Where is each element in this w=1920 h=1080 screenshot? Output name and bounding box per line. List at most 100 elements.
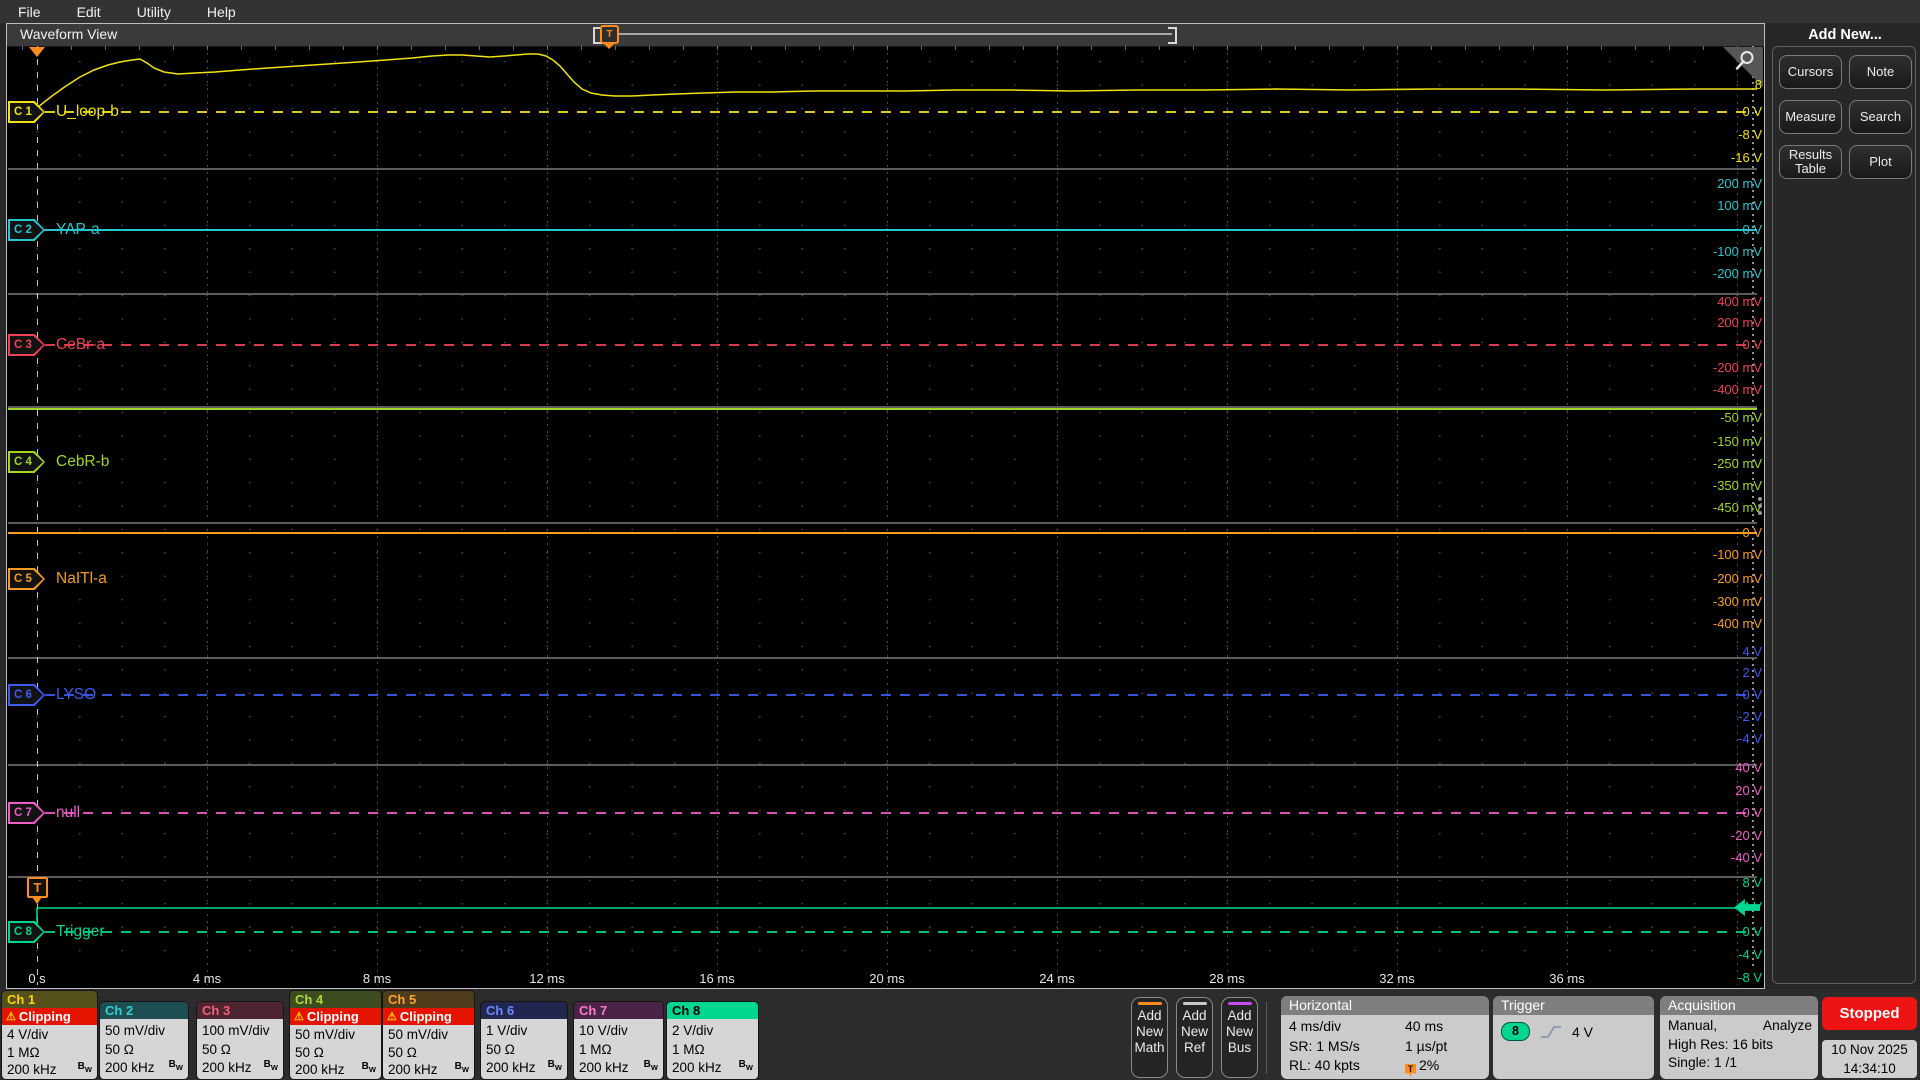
button-line: Add [1227,1008,1252,1023]
channel-zero-line-c6 [45,694,1757,696]
button-accent-bar [1182,1002,1207,1005]
channel-name-c7[interactable]: null [56,802,80,824]
setting-row: 50 mV/div [295,1027,356,1043]
clipping-label: Clipping [306,1009,359,1024]
scale-label-c5: -400 mV [1712,616,1762,631]
channel-settings-ch4[interactable]: Ch 4 ⚠ Clipping 50 mV/div 50 Ω 200 kHz BW [290,991,381,1079]
menu-file[interactable]: File [18,4,41,20]
scale-label-c3: 200 mV [1717,315,1762,330]
bandwidth-limit-icon: BW [263,1059,278,1073]
scale-label-c8: -8 V [1738,970,1762,985]
trigger-panel[interactable]: Trigger 8 4 V [1493,996,1654,1079]
add-new-bus-button[interactable]: Add New Bus [1221,997,1258,1078]
channel-name-c4[interactable]: CebR-b [56,451,109,473]
channel-name-c3[interactable]: CeBr-a [56,334,105,356]
add-new-header: Add New... [1808,27,1882,43]
add-new-math-button[interactable]: Add New Math [1131,997,1168,1078]
channel-settings-ch3[interactable]: Ch 3 100 mV/div 50 Ω 200 kHz BW [197,1002,283,1079]
scale-label-c8: 8 V [1742,875,1762,890]
horizontal-panel[interactable]: Horizontal 4 ms/div 40 ms SR: 1 MS/s 1 µ… [1281,996,1489,1079]
channel-name-c5[interactable]: NaITl-a [56,568,107,590]
major-gridline [1227,46,1228,985]
setting-row: 4 V/div [7,1027,49,1043]
menu-edit[interactable]: Edit [77,4,101,20]
channel-settings-header: Ch 5 [383,991,474,1008]
channel-settings-body: 2 V/div 1 MΩ 200 kHz BW [667,1019,758,1079]
menu-help[interactable]: Help [207,4,236,20]
sidebar-button-note[interactable]: Note [1849,55,1912,89]
time-axis-label: 12 ms [529,971,565,986]
channel-zero-line-c3 [45,344,1757,346]
top-minor-ticks [8,46,1757,50]
horizontal-panel-title: Horizontal [1281,996,1489,1015]
sidebar-button-measure[interactable]: Measure [1779,100,1842,134]
channel-settings-body: 100 mV/div 50 Ω 200 kHz BW [197,1019,283,1079]
sidebar-button-cursors[interactable]: Cursors [1779,55,1842,89]
warning-icon: ⚠ [387,1011,397,1023]
trigger-source-flag-icon[interactable]: T [27,877,48,898]
scale-label-c6: -4 V [1738,731,1762,746]
channel-name-c1[interactable]: U_loop-b [56,101,119,123]
setting-row: 100 mV/div [202,1022,270,1038]
channel-settings-ch2[interactable]: Ch 2 50 mV/div 50 Ω 200 kHz BW [100,1002,188,1079]
channel-settings-body: 1 V/div 50 Ω 200 kHz BW [481,1019,567,1079]
major-gridline [207,46,208,985]
scale-label-c2: 0 V [1742,222,1762,237]
scale-label-c4: -350 mV [1712,478,1762,493]
menu-utility[interactable]: Utility [137,4,171,20]
channel-settings-ch8[interactable]: Ch 8 2 V/div 1 MΩ 200 kHz BW [667,1002,758,1079]
channel-zero-line-c5 [8,532,1757,534]
menu-bar: File Edit Utility Help [0,0,1920,23]
channel-settings-ch7[interactable]: Ch 7 10 V/div 1 MΩ 200 kHz BW [574,1002,663,1079]
scale-label-c1: 0 V [1742,104,1762,119]
waveform-view-tab[interactable]: Waveform View [20,26,117,42]
scale-label-c2: 100 mV [1717,198,1762,213]
trigger-position-percent: T 2% [1405,1056,1483,1077]
bandwidth-limit-icon: BW [547,1059,562,1073]
scale-label-c2: -100 mV [1712,244,1762,259]
trigger-position-marker-icon[interactable] [29,47,45,57]
scale-label-c1: 8 [1754,77,1762,92]
scale-label-c7: -40 V [1730,850,1762,865]
channel-badge-label: C 7 [10,804,43,822]
acquisition-panel-title: Acquisition [1660,996,1818,1015]
sidebar-button-search[interactable]: Search [1849,100,1912,134]
major-gridline [717,46,718,985]
channel-settings-ch6[interactable]: Ch 6 1 V/div 50 Ω 200 kHz BW [481,1002,567,1079]
channel-settings-ch5[interactable]: Ch 5 ⚠ Clipping 50 mV/div 50 Ω 200 kHz BW [383,991,474,1079]
trigger-panel-title: Trigger [1493,996,1654,1015]
scale-label-c2: -200 mV [1712,266,1762,281]
setting-row: 1 MΩ [672,1041,705,1057]
setting-row: 50 Ω [486,1041,515,1057]
run-state-badge[interactable]: Stopped [1822,997,1917,1030]
overview-trigger-flag-icon[interactable]: T [600,25,619,44]
channel-name-c8[interactable]: Trigger [56,921,105,943]
setting-row: 1 MΩ [579,1041,612,1057]
channel-badge-label: C 6 [10,686,43,704]
button-line: New [1135,1024,1163,1039]
acquisition-panel[interactable]: Acquisition Manual, Analyze High Res: 16… [1660,996,1818,1079]
scale-label-c6: 4 V [1742,644,1762,659]
time-axis-label: 36 ms [1549,971,1585,986]
panel-splitter-handle[interactable] [1758,497,1762,501]
clipping-banner: ⚠ Clipping [290,1008,381,1025]
add-new-ref-button[interactable]: Add New Ref [1176,997,1213,1078]
channel-zero-line-c7 [45,812,1757,814]
scale-label-c4: -450 mV [1712,500,1762,515]
scale-label-c7: 40 V [1735,760,1762,775]
setting-row: 200 kHz BW [7,1061,93,1078]
horizontal-scale: 4 ms/div [1289,1018,1342,1034]
magnifier-icon[interactable] [1734,50,1756,72]
time-axis-label: 16 ms [699,971,735,986]
horizontal-overview-bar[interactable] [600,33,1172,35]
channel-badge-label: C 5 [10,570,43,588]
channel-name-c2[interactable]: YAP-a [56,219,100,241]
overview-right-bracket[interactable] [1168,27,1177,44]
scale-label-c3: -400 mV [1712,382,1762,397]
sidebar-buttons: Cursors Note Measure Search Results Table Plo… [1779,55,1912,179]
sidebar-button-results-table[interactable]: Results Table [1779,145,1842,179]
scale-label-c1: -8 V [1738,127,1762,142]
sidebar-button-plot[interactable]: Plot [1849,145,1912,179]
channel-settings-ch1[interactable]: Ch 1 ⚠ Clipping 4 V/div 1 MΩ 200 kHz BW [2,991,97,1079]
channel-name-c6[interactable]: LYSO [56,684,96,706]
